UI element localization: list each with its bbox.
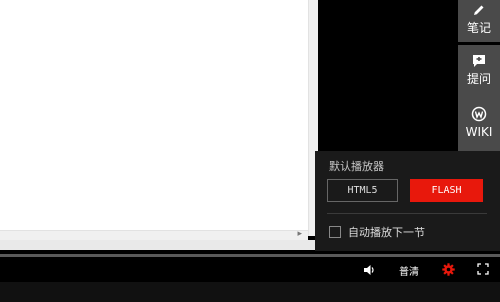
autoplay-checkbox[interactable] — [329, 226, 341, 238]
wiki-button[interactable]: WIKI — [458, 98, 500, 152]
question-label: 提问 — [466, 72, 491, 86]
popup-divider — [327, 213, 487, 214]
player-settings-popup: 默认播放器 HTML5 FLASH 自动播放下一节 — [315, 151, 500, 251]
gear-icon[interactable] — [442, 263, 455, 276]
wiki-icon — [471, 106, 487, 122]
horizontal-scrollbar[interactable]: ▸ — [0, 229, 308, 240]
flash-button[interactable]: FLASH — [410, 179, 483, 202]
note-label: 笔记 — [466, 21, 491, 35]
content-bottom-edge — [0, 240, 320, 250]
note-button[interactable]: 笔记 — [458, 0, 500, 42]
wiki-label: WIKI — [465, 125, 493, 139]
scroll-right-arrow-icon[interactable]: ▸ — [297, 229, 302, 239]
html5-button[interactable]: HTML5 — [327, 179, 398, 202]
quality-selector[interactable]: 普清 — [399, 263, 419, 278]
question-button[interactable]: 提问 — [458, 45, 500, 99]
volume-icon[interactable] — [363, 264, 376, 276]
pencil-icon — [474, 5, 484, 15]
default-player-title: 默认播放器 — [329, 160, 384, 173]
fullscreen-icon[interactable] — [477, 263, 489, 275]
video-content-area — [0, 0, 308, 230]
progress-bar[interactable] — [0, 254, 500, 257]
bottom-band — [0, 282, 500, 302]
question-bubble-icon — [473, 55, 485, 67]
autoplay-label: 自动播放下一节 — [348, 226, 425, 239]
control-bar: 普清 — [0, 258, 500, 282]
